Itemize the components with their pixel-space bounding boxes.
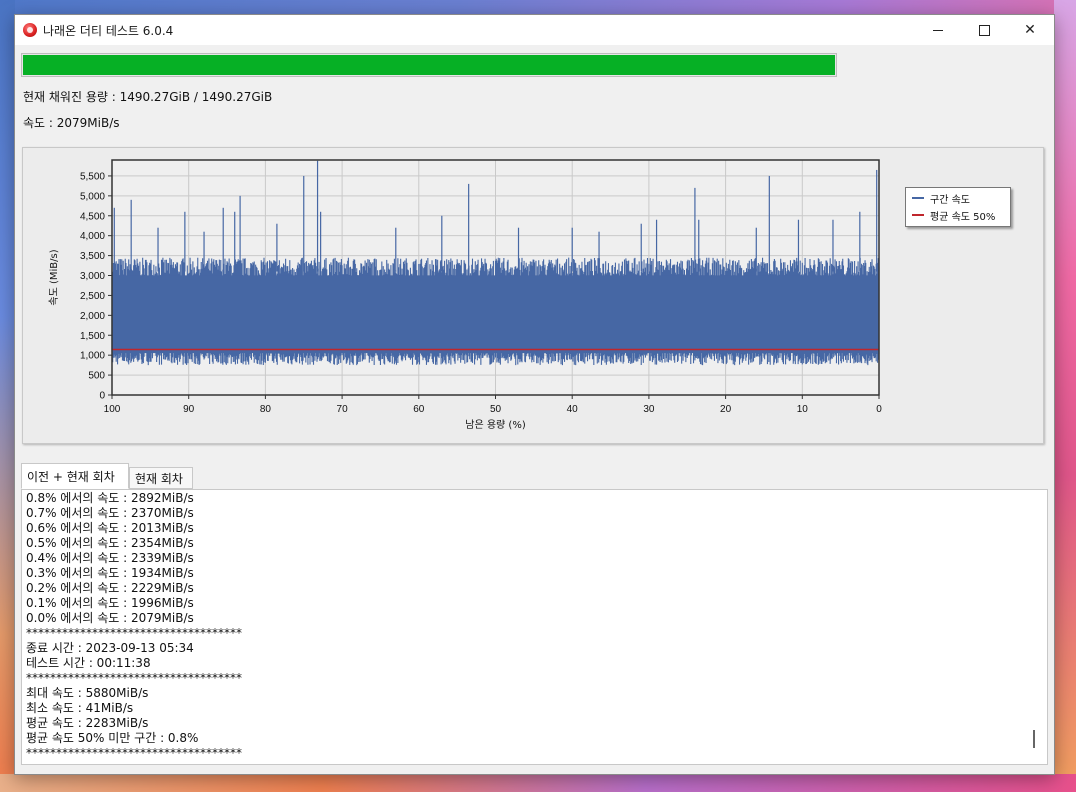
x-tick-label: 40 bbox=[567, 404, 579, 415]
desktop-wallpaper-bottom bbox=[0, 774, 1076, 792]
interval-speed-core bbox=[112, 275, 879, 354]
log-scrollbar[interactable] bbox=[1029, 490, 1043, 764]
minimize-icon bbox=[933, 29, 943, 31]
chart-legend: 구간 속도 평균 속도 50% bbox=[905, 187, 1011, 227]
log-line: 0.3% 에서의 속도 : 1934MiB/s bbox=[26, 566, 194, 580]
log-line: ************************************ bbox=[26, 626, 242, 640]
x-axis-title: 남은 용량 (%) bbox=[465, 419, 526, 431]
x-tick-label: 60 bbox=[413, 404, 425, 415]
window-title: 나래온 더티 테스트 6.0.4 bbox=[43, 24, 174, 38]
legend-item-average-speed: 평균 속도 50% bbox=[912, 207, 995, 223]
log-line: 평균 속도 : 2283MiB/s bbox=[26, 716, 149, 730]
tab-current-round[interactable]: 현재 회차 bbox=[129, 467, 193, 489]
minimize-button[interactable] bbox=[915, 15, 961, 45]
legend-swatch bbox=[912, 197, 924, 199]
desktop-wallpaper-left bbox=[0, 0, 15, 792]
maximize-icon bbox=[978, 24, 990, 36]
log-line: 0.7% 에서의 속도 : 2370MiB/s bbox=[26, 506, 194, 520]
desktop-wallpaper-right bbox=[1054, 0, 1076, 792]
legend-item-interval-speed: 구간 속도 bbox=[912, 190, 970, 206]
y-tick-label: 4,000 bbox=[80, 231, 105, 242]
log-line: 0.8% 에서의 속도 : 2892MiB/s bbox=[26, 491, 194, 505]
log-line: 최소 속도 : 41MiB/s bbox=[26, 701, 134, 715]
y-tick-label: 2,000 bbox=[80, 311, 105, 322]
y-tick-label: 5,500 bbox=[80, 171, 105, 182]
y-tick-label: 500 bbox=[88, 371, 105, 382]
legend-label: 구간 속도 bbox=[930, 194, 970, 206]
maximize-button[interactable] bbox=[961, 15, 1007, 45]
x-tick-label: 80 bbox=[260, 404, 272, 415]
log-line: 0.5% 에서의 속도 : 2354MiB/s bbox=[26, 536, 194, 550]
app-logo-icon bbox=[23, 23, 37, 37]
x-tick-label: 10 bbox=[797, 404, 809, 415]
x-tick-label: 90 bbox=[183, 404, 195, 415]
app-window: 나래온 더티 테스트 6.0.4 ✕ 현재 채워진 용량 : 1490.27Gi… bbox=[14, 14, 1055, 775]
log-line: 최대 속도 : 5880MiB/s bbox=[26, 686, 149, 700]
speed-chart-panel: 0 500 1,000 1,500 2,000 2,500 3,000 3,500 4,000 4… bbox=[22, 147, 1044, 444]
y-tick-label: 1,500 bbox=[80, 331, 105, 342]
speed-chart: 05001,0001,5002,0002,5003,0003,5004,0004… bbox=[48, 159, 882, 431]
x-tick-label: 100 bbox=[104, 404, 121, 415]
legend-label: 평균 속도 50% bbox=[930, 211, 996, 223]
y-tick-label: 3,000 bbox=[80, 271, 105, 282]
current-speed-label: 속도 : 2079MiB/s bbox=[23, 116, 120, 130]
progress-bar bbox=[21, 53, 837, 77]
y-tick-label: 0 bbox=[99, 391, 105, 402]
y-tick-label: 4,500 bbox=[80, 211, 105, 222]
log-line: 0.2% 에서의 속도 : 2229MiB/s bbox=[26, 581, 194, 595]
close-button[interactable]: ✕ bbox=[1007, 15, 1053, 45]
log-line: 종료 시간 : 2023-09-13 05:34 bbox=[26, 641, 194, 655]
x-tick-label: 70 bbox=[337, 404, 349, 415]
y-tick-label: 1,000 bbox=[80, 351, 105, 362]
y-tick-label: 2,500 bbox=[80, 291, 105, 302]
log-line: 평균 속도 50% 미만 구간 : 0.8% bbox=[26, 731, 199, 745]
progress-bar-fill bbox=[23, 55, 835, 75]
x-tick-label: 0 bbox=[876, 404, 882, 415]
capacity-filled-label: 현재 채워진 용량 : 1490.27GiB / 1490.27GiB bbox=[23, 90, 273, 104]
log-line: 0.1% 에서의 속도 : 1996MiB/s bbox=[26, 596, 194, 610]
x-tick-label: 50 bbox=[490, 404, 502, 415]
log-line: ************************************ bbox=[26, 746, 242, 760]
log-line: 테스트 시간 : 00:11:38 bbox=[26, 656, 151, 670]
log-scrollbar-thumb[interactable] bbox=[1033, 730, 1035, 748]
x-tick-label: 30 bbox=[643, 404, 655, 415]
y-axis-title: 속도 (MiB/s) bbox=[48, 249, 60, 305]
tab-all-rounds[interactable]: 이전 + 현재 회차 bbox=[21, 463, 129, 489]
log-line: 0.0% 에서의 속도 : 2079MiB/s bbox=[26, 611, 194, 625]
y-tick-label: 5,000 bbox=[80, 191, 105, 202]
legend-swatch bbox=[912, 214, 924, 216]
y-tick-label: 3,500 bbox=[80, 251, 105, 262]
log-text-area[interactable]: 0.8% 에서의 속도 : 2892MiB/s 0.7% 에서의 속도 : 237… bbox=[21, 489, 1048, 765]
log-line: ************************************ bbox=[26, 671, 242, 685]
log-line: 0.6% 에서의 속도 : 2013MiB/s bbox=[26, 521, 194, 535]
title-bar[interactable]: 나래온 더티 테스트 6.0.4 ✕ bbox=[15, 15, 1054, 45]
x-tick-label: 20 bbox=[720, 404, 732, 415]
log-line: 0.4% 에서의 속도 : 2339MiB/s bbox=[26, 551, 194, 565]
close-icon: ✕ bbox=[1024, 22, 1036, 38]
